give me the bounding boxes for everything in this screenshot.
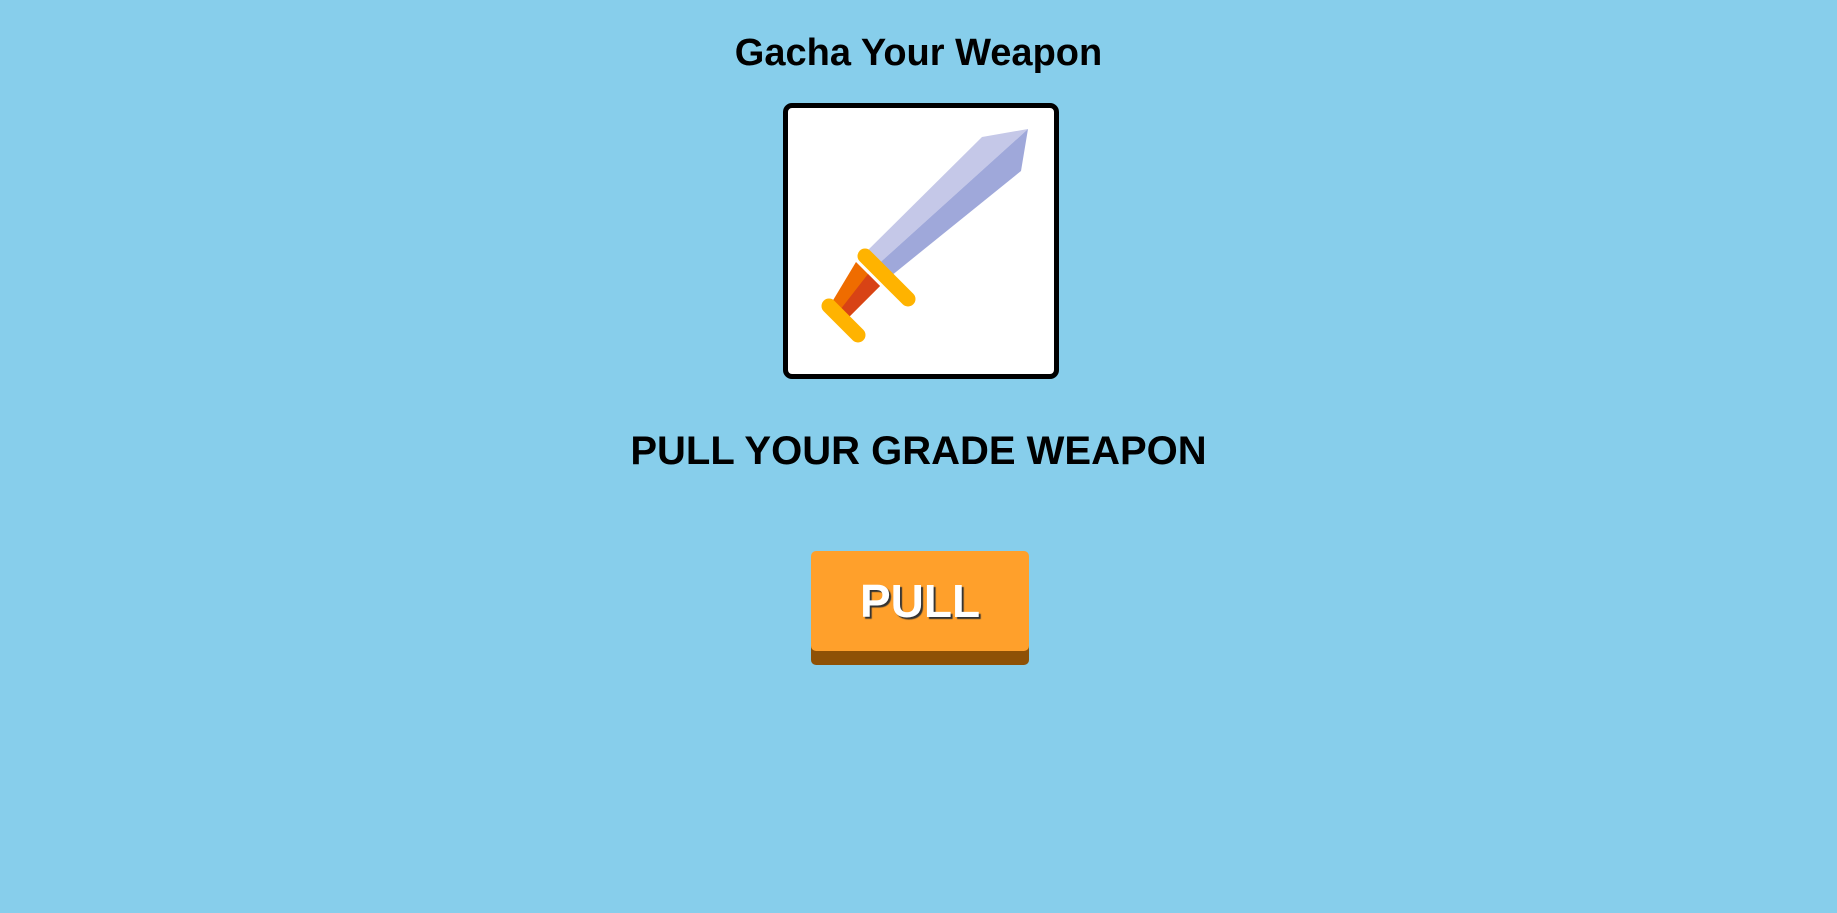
pull-button[interactable]: PULL bbox=[811, 551, 1029, 651]
sword-icon bbox=[821, 129, 1028, 343]
pull-prompt: PULL YOUR GRADE WEAPON bbox=[630, 429, 1207, 473]
sword-blade-light bbox=[862, 129, 1028, 268]
page-title: Gacha Your Weapon bbox=[734, 32, 1103, 74]
weapon-display bbox=[783, 103, 1059, 379]
sword-blade-dark bbox=[874, 129, 1028, 280]
page: Gacha Your Weapon PULL YOUR GRADE WEAPON… bbox=[0, 0, 1837, 913]
